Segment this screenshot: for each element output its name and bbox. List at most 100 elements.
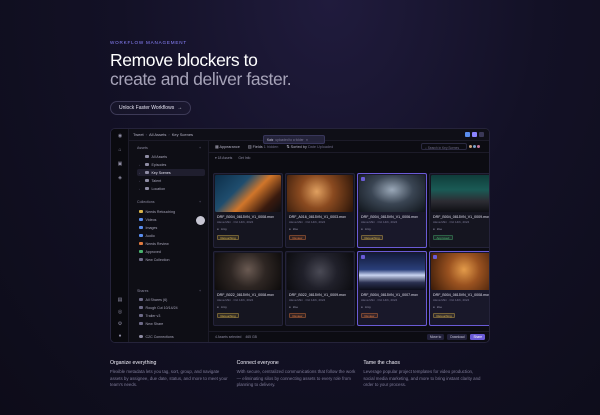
- sidebar-item-all-assets[interactable]: All Assets: [137, 153, 205, 160]
- add-icon[interactable]: +: [199, 289, 201, 293]
- asset-meta: Alexa Mini · Oct 14th, 2024: [433, 220, 470, 224]
- asset-name: DRF_B004_0815VN_V1_0008.mov: [433, 293, 490, 297]
- asset-card[interactable]: DRF_B004_0815VN_V1_0008.mov Alexa Mini ·…: [429, 251, 490, 326]
- sidebar-item-rough-cut[interactable]: Rough Cut 10/14/24: [137, 304, 205, 311]
- search-input[interactable]: ⌕ Search in Key Scenes: [421, 143, 467, 150]
- logo-icon[interactable]: ◉: [117, 133, 123, 139]
- inbox-icon[interactable]: ▤: [117, 297, 123, 303]
- breadcrumb-project[interactable]: Tweet: [133, 132, 144, 137]
- user-icon: ●: [433, 305, 435, 309]
- asset-name: DRF_B004_0815VN_V1_0009.mov: [433, 215, 490, 219]
- asset-thumbnail[interactable]: [359, 175, 425, 212]
- asset-meta: Alexa Mini · Oct 14th, 2024: [217, 220, 254, 224]
- asset-assignee: ● Amy: [217, 305, 227, 309]
- collection-icon: [139, 225, 143, 230]
- selected-check-icon[interactable]: [433, 255, 437, 259]
- people-icon[interactable]: ◎: [117, 309, 123, 315]
- sidebar-item-episodes[interactable]: › Episodes: [137, 161, 205, 168]
- breadcrumb: Tweet › All Assets › Key Scenes: [133, 132, 194, 137]
- asset-card[interactable]: DRF_B022_0815VN_V1_0009.mov Alexa Mini ·…: [285, 251, 355, 326]
- sidebar-item-needs-retouching[interactable]: Needs Retouching: [137, 208, 205, 215]
- app-window: ◉ ⌂ ▣ ◈ ▤ ◎ ⚙ ● Assets + All Assets › Epis…: [110, 128, 490, 343]
- sidebar-item-trailer[interactable]: Trailer v3: [137, 312, 205, 319]
- view-list-icon[interactable]: [472, 132, 477, 137]
- asset-assignee: ● Amy: [361, 227, 371, 231]
- asset-card[interactable]: DRF_A016_0815VN_V1_0003.mov Alexa Mini ·…: [285, 173, 355, 248]
- folder-icon: [145, 162, 149, 167]
- avatar-icon[interactable]: ●: [117, 333, 123, 339]
- sidebar-item-videos[interactable]: Videos: [137, 216, 205, 223]
- breadcrumb-key-scenes[interactable]: Key Scenes: [172, 132, 193, 137]
- window-controls: [465, 132, 484, 137]
- collaborator-avatars[interactable]: [468, 144, 483, 149]
- download-button[interactable]: Download: [447, 334, 468, 340]
- move-to-button[interactable]: Move to: [426, 334, 445, 340]
- sidebar-item-new-collection[interactable]: New Collection: [137, 256, 205, 263]
- asset-card[interactable]: DRF_B004_0815VN_V1_0006.mov Alexa Mini ·…: [357, 173, 427, 248]
- asset-name: DRF_B004_0815VN_V1_0007.mov: [361, 293, 418, 297]
- cta-label: Unlock Faster Workflows: [119, 105, 175, 111]
- selected-check-icon[interactable]: [361, 177, 365, 181]
- folder-icon: [145, 186, 149, 191]
- sidebar-item-talent[interactable]: › Talent: [137, 177, 205, 184]
- feature-organize: Organize everything Flexible metadata le…: [110, 360, 237, 389]
- asset-card[interactable]: DRF_B004_0815VN_V1_0009.mov Alexa Mini ·…: [429, 173, 490, 248]
- add-icon[interactable]: +: [199, 146, 201, 150]
- status-badge[interactable]: Retouching: [361, 235, 384, 240]
- asset-meta: Alexa Mini · Oct 14th, 2024: [361, 298, 398, 302]
- user-icon: ●: [289, 305, 291, 309]
- status-badge[interactable]: Retouching: [433, 313, 456, 318]
- plus-icon: [139, 321, 143, 326]
- sidebar-item-key-scenes[interactable]: › Key Scenes: [137, 169, 205, 176]
- asset-name: DRF_B022_0815VN_V1_0009.mov: [289, 293, 346, 297]
- arrow-right-icon: →: [177, 105, 183, 111]
- breadcrumb-all-assets[interactable]: All Assets: [149, 132, 166, 137]
- asset-meta: Alexa Mini · Oct 14th, 2024: [289, 298, 326, 302]
- user-icon: ●: [433, 227, 435, 231]
- folder-icon[interactable]: ▣: [117, 161, 123, 167]
- selected-check-icon[interactable]: [361, 255, 365, 259]
- toolbar: ▦ Appearance ▥ Fields 1 hidden ⇅ Sorted …: [209, 141, 489, 153]
- asset-thumbnail[interactable]: [431, 175, 489, 212]
- asset-thumbnail[interactable]: [359, 253, 425, 290]
- camera-icon[interactable]: ◈: [117, 175, 123, 181]
- asset-assignee: ● Zoe: [433, 305, 442, 309]
- fields-button[interactable]: ▥ Fields 1 hidden: [248, 144, 278, 149]
- unlock-workflows-button[interactable]: Unlock Faster Workflows →: [110, 101, 192, 115]
- status-badge[interactable]: Review: [289, 235, 306, 240]
- sidebar-item-needs-review[interactable]: Needs Review: [137, 240, 205, 247]
- sidebar-item-new-share[interactable]: New Share: [137, 320, 205, 327]
- status-badge[interactable]: Retouching: [217, 235, 240, 240]
- status-badge[interactable]: Review: [361, 313, 378, 318]
- asset-card[interactable]: DRF_B004_0815VN_V1_0008.mov Alexa Mini ·…: [213, 173, 283, 248]
- add-icon[interactable]: +: [199, 200, 201, 204]
- view-grid-icon[interactable]: [465, 132, 470, 137]
- collections-header: Collections +: [137, 200, 202, 204]
- asset-thumbnail[interactable]: [431, 253, 489, 290]
- asset-thumbnail[interactable]: [287, 175, 353, 212]
- sidebar-item-approved[interactable]: Approved: [137, 248, 205, 255]
- settings-icon[interactable]: ⚙: [117, 321, 123, 327]
- sidebar-item-audio[interactable]: Audio: [137, 232, 205, 239]
- status-badge[interactable]: Retouching: [217, 313, 240, 318]
- appearance-button[interactable]: ▦ Appearance: [215, 144, 240, 149]
- asset-card[interactable]: DRF_B022_0815VN_V1_0008.mov Alexa Mini ·…: [213, 251, 283, 326]
- panel-icon[interactable]: [479, 132, 484, 137]
- asset-thumbnail[interactable]: [215, 253, 281, 290]
- status-badge[interactable]: Review: [289, 313, 306, 318]
- asset-thumbnail[interactable]: [287, 253, 353, 290]
- upload-toast[interactable]: Katz uploaded to a folder ✕: [263, 135, 325, 144]
- sidebar-item-location[interactable]: › Location: [137, 185, 205, 192]
- sidebar-footer-c2c[interactable]: C2C Connections: [137, 333, 205, 340]
- share-button[interactable]: Share: [470, 334, 485, 340]
- status-badge[interactable]: Approved: [433, 235, 453, 240]
- sidebar-item-images[interactable]: Images: [137, 224, 205, 231]
- sidebar-item-all-shares[interactable]: All Shares (6): [137, 296, 205, 303]
- close-icon[interactable]: ✕: [306, 138, 309, 142]
- asset-thumbnail[interactable]: [215, 175, 281, 212]
- feature-tame: Tame the chaos Leverage popular project …: [363, 360, 490, 389]
- get-info-button[interactable]: Get Info: [238, 156, 250, 160]
- sort-button[interactable]: ⇅ Sorted by Date Uploaded: [286, 144, 333, 149]
- asset-card[interactable]: DRF_B004_0815VN_V1_0007.mov Alexa Mini ·…: [357, 251, 427, 326]
- home-icon[interactable]: ⌂: [117, 147, 123, 153]
